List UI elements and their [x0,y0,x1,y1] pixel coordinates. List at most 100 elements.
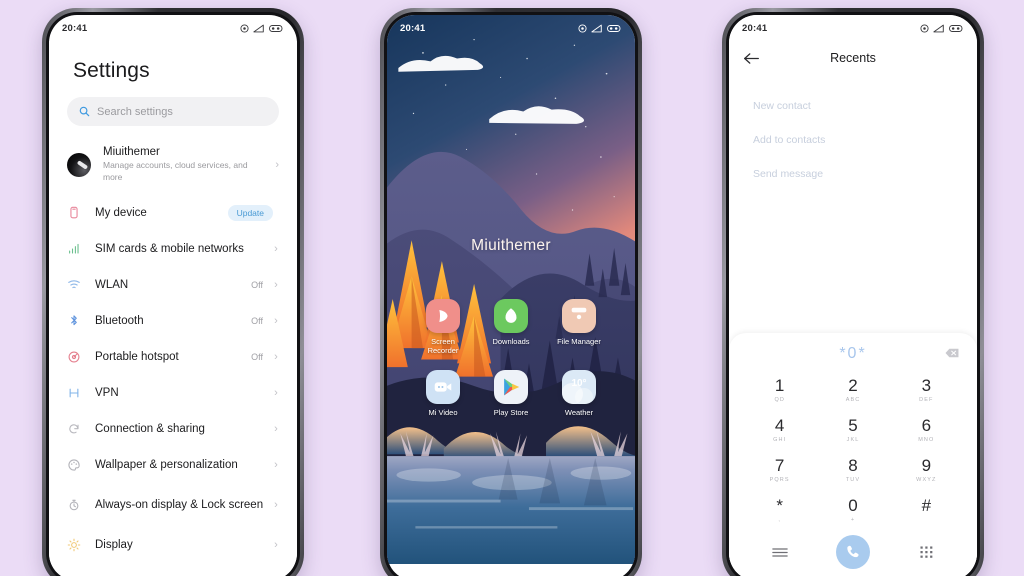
screenshot-canvas: 20:41 Settings Search settings Miuitheme… [0,0,1024,576]
row-icon [67,458,93,472]
dial-key-digit: * [776,495,783,515]
dialer-link-new-contact[interactable]: New contact [753,89,953,123]
dial-key-star[interactable]: *, [743,491,816,529]
dial-key-4[interactable]: 4 GHI [743,411,816,449]
settings-row-my-device[interactable]: My device Update [49,195,297,231]
page-title: Settings [73,59,150,82]
status-bar: 20:41 [49,15,297,41]
avatar [67,152,91,177]
dial-key-1[interactable]: 1 QD [743,371,816,409]
account-subtitle: Manage accounts, cloud services, and mor… [103,160,248,183]
call-button[interactable] [816,535,889,569]
app-file-manager[interactable]: File Manager [545,299,613,356]
app-mi-video[interactable]: Mi Video [409,369,477,417]
settings-row-label: Wallpaper & personalization [95,458,238,471]
dial-key-digit: # [921,495,932,515]
dialer-action-links: New contact Add to contacts Send message [729,75,977,191]
dialpad-panel: *0* 1 QD 2 ABC 3 DEF 4 GHI 5 JKL 6 MNO 7 PQRS 8 TUV 9 WXY… [729,333,977,576]
status-bar-time: 20:41 [742,22,768,34]
home-screen-phone-frame: 20:41 Miuithemer Screen Recorder Download… [380,8,642,576]
settings-row-value: Off [251,352,263,363]
row-icon [67,386,93,400]
chevron-right-icon: › [274,459,278,472]
dial-key-letters: ABC [845,396,861,403]
dial-key-letters: MNO [918,436,935,443]
settings-row-wlan[interactable]: WLAN Off › [49,267,297,303]
app-label: Weather [564,407,594,417]
dial-key-letters: + [850,516,856,523]
settings-row-always-on-display-lock-screen[interactable]: Always-on display & Lock screen › [49,483,297,527]
chevron-right-icon: › [274,423,278,436]
dialer-link-add-to-contacts[interactable]: Add to contacts [753,123,953,157]
palette-icon [68,459,80,471]
settings-row-vpn[interactable]: VPN › [49,375,297,411]
app-play-store[interactable]: Play Store [477,369,545,417]
connection-share-icon [69,424,79,434]
signal-icon [591,24,602,32]
account-text: Miuithemer Manage accounts, cloud servic… [103,145,263,184]
update-badge[interactable]: Update [227,205,273,222]
settings-row-sim-cards-mobile-networks[interactable]: SIM cards & mobile networks › [49,231,297,267]
dial-key-letters: , [778,516,781,523]
svg-text:10°: 10° [571,378,586,389]
settings-row-wallpaper-personalization[interactable]: Wallpaper & personalization › [49,447,297,483]
search-input[interactable]: Search settings [67,97,279,126]
dial-key-digit: 2 [848,375,858,395]
search-placeholder: Search settings [97,105,173,118]
brightness-icon [67,538,81,552]
backspace-button[interactable] [945,345,959,363]
signal-icon [253,24,264,32]
dial-key-5[interactable]: 5 JKL [816,411,889,449]
settings-row-label: Bluetooth [95,314,144,327]
dial-key-digit: 1 [774,375,785,395]
number-display[interactable]: *0* [729,339,977,369]
dial-key-digit: 8 [848,455,858,475]
app-weather[interactable]: 10° Weather [545,369,613,417]
dial-key-8[interactable]: 8 TUV [816,451,889,489]
row-icon [67,278,93,292]
settings-screen: 20:41 Settings Search settings Miuitheme… [49,15,297,576]
settings-row-label: Portable hotspot [95,350,179,363]
dial-key-hash[interactable]: # [890,491,963,529]
weather-icon: 10° [562,378,593,404]
settings-row-label: Display [95,538,133,551]
play-store-icon [504,378,520,396]
dialer-content: 20:41 Recents New contact Add to contacts… [729,15,977,576]
keypad-grid-icon [920,545,933,558]
dial-key-6[interactable]: 6 MNO [890,411,963,449]
dial-key-letters: JKL [846,436,860,443]
menu-button[interactable] [743,547,816,558]
status-bar-time: 20:41 [62,22,88,34]
account-name: Miuithemer [103,146,160,158]
account-row[interactable]: Miuithemer Manage accounts, cloud servic… [49,136,297,195]
dial-key-2[interactable]: 2 ABC [816,371,889,409]
app-grid: Screen Recorder Downloads File Manager Mi V… [387,299,635,417]
call-handset-icon [847,545,859,558]
dial-key-letters: DEF [919,396,934,403]
settings-row-label: VPN [95,386,119,399]
dial-key-letters: QD [774,396,785,403]
app-screen-recorder[interactable]: Screen Recorder [409,299,477,356]
settings-row-connection-sharing[interactable]: Connection & sharing › [49,411,297,447]
settings-row-portable-hotspot[interactable]: Portable hotspot Off › [49,339,297,375]
menu-lines-icon [771,547,788,557]
dial-key-7[interactable]: 7 PQRS [743,451,816,489]
settings-row-label: My device [95,206,147,219]
dialer-screen: 20:41 Recents New contact Add to contacts… [729,15,977,576]
dial-key-digit: 0 [848,495,858,515]
app-downloads[interactable]: Downloads [477,299,545,356]
dialer-link-send-message[interactable]: Send message [753,157,953,191]
dial-key-3[interactable]: 3 DEF [890,371,963,409]
back-arrow-icon[interactable] [743,52,760,65]
dial-key-9[interactable]: 9 WXYZ [890,451,963,489]
dial-key-0[interactable]: 0 + [816,491,889,529]
alarm-icon [920,23,929,33]
settings-row-display[interactable]: Display › [49,527,297,563]
row-icon [67,206,93,220]
settings-list: My device Update SIM cards & mobile networ… [49,195,297,563]
entered-number: *0* [839,345,867,362]
settings-row-bluetooth[interactable]: Bluetooth Off › [49,303,297,339]
dial-key-digit: 4 [774,415,785,435]
dialpad-actions [729,529,977,573]
keypad-button[interactable] [890,545,963,559]
